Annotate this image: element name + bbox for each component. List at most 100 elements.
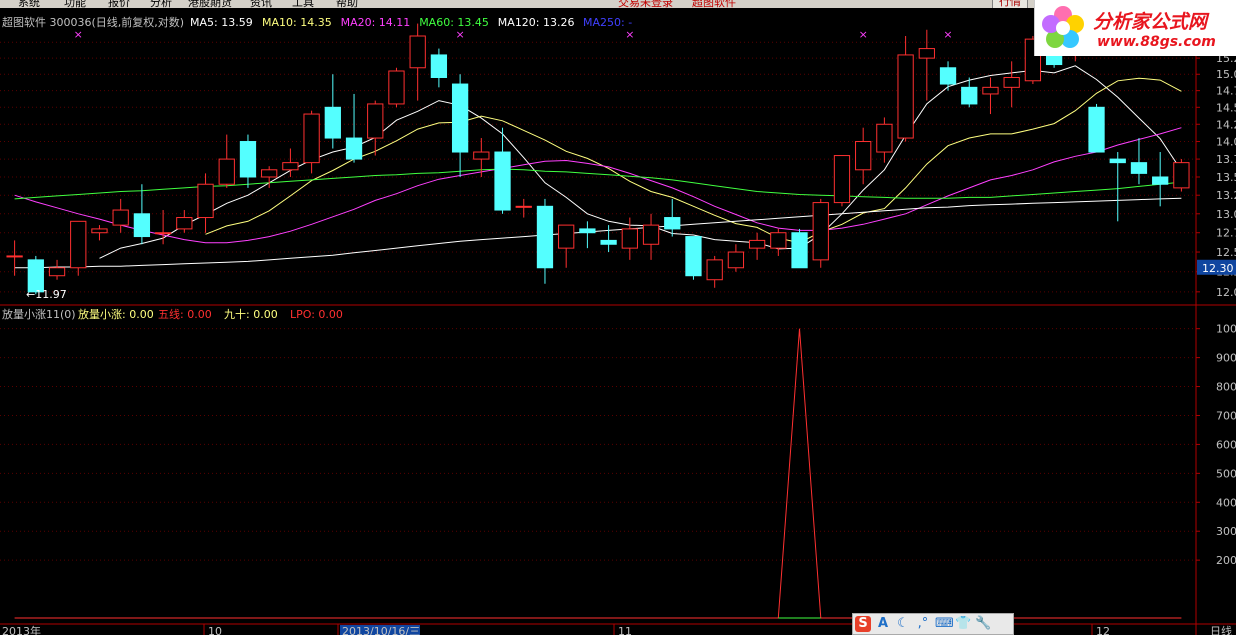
candle-up bbox=[409, 23, 426, 101]
candle-up bbox=[303, 110, 320, 174]
menu-analysis[interactable]: 分析 bbox=[150, 0, 172, 8]
candle-body bbox=[303, 113, 320, 164]
trade-status-link[interactable]: 交易未登录 bbox=[618, 0, 673, 8]
indicator-legend-0: 放量小涨: 0.00 bbox=[78, 307, 154, 321]
indicator-title: 放量小涨11(0) bbox=[2, 307, 76, 321]
candle-body bbox=[1088, 106, 1105, 153]
candle-up bbox=[48, 259, 66, 280]
period-label: 日线 bbox=[1210, 624, 1232, 635]
menu-tools[interactable]: 工具 bbox=[292, 0, 314, 8]
candle-body bbox=[48, 267, 66, 277]
candle-up bbox=[897, 36, 914, 142]
time-axis-label: 11 bbox=[618, 625, 632, 635]
candle-up bbox=[6, 240, 23, 276]
candle-up bbox=[876, 117, 893, 163]
candle-down bbox=[430, 48, 448, 88]
candle-down bbox=[939, 61, 957, 91]
candle-up bbox=[91, 225, 108, 241]
price-tick-label: 12.5 bbox=[1216, 246, 1236, 259]
candle-down bbox=[536, 198, 554, 284]
candle-body bbox=[388, 70, 405, 105]
candle-up bbox=[515, 198, 532, 218]
candle-body bbox=[91, 228, 108, 234]
signal-marker: × bbox=[943, 28, 952, 41]
quote-button[interactable]: 行情 bbox=[992, 0, 1028, 8]
candle-body bbox=[409, 35, 426, 69]
candle-body bbox=[345, 137, 363, 160]
ma-legend-3: MA60: 13.45 bbox=[419, 16, 489, 29]
chart-title: 超图软件 300036(日线,前复权,对数) bbox=[2, 15, 184, 29]
candle-body bbox=[961, 86, 978, 105]
candle-up bbox=[388, 67, 405, 108]
price-tick-label: 14.7 bbox=[1216, 85, 1236, 98]
candle-up bbox=[833, 155, 851, 207]
ma-line-ma10 bbox=[205, 77, 1182, 244]
candle-body bbox=[6, 255, 23, 258]
price-tick-label: 15.0 bbox=[1216, 68, 1236, 81]
lpo-line bbox=[14, 328, 1182, 619]
candle-up bbox=[218, 134, 235, 188]
price-tick-label: 14.5 bbox=[1216, 101, 1236, 114]
candle-body bbox=[430, 54, 448, 79]
menu-quote[interactable]: 报价 bbox=[108, 0, 130, 8]
sogou-icon[interactable]: S bbox=[855, 616, 871, 632]
candle-down bbox=[1088, 103, 1105, 153]
candle-up bbox=[982, 77, 999, 115]
menu-function[interactable]: 功能 bbox=[64, 0, 86, 8]
indicator-legend-3: LPO: 0.00 bbox=[290, 308, 343, 321]
candle-body bbox=[494, 151, 511, 211]
menu-help[interactable]: 帮助 bbox=[336, 0, 358, 8]
candle-up bbox=[112, 198, 129, 233]
moon-icon[interactable]: ☾ bbox=[895, 616, 911, 632]
candle-body bbox=[579, 228, 596, 234]
candle-up bbox=[706, 255, 723, 288]
ma-legend-2: MA20: 14.11 bbox=[341, 16, 411, 29]
candle-body bbox=[70, 220, 87, 269]
candle-body bbox=[536, 205, 554, 269]
candle-up bbox=[282, 148, 299, 177]
signal-marker: × bbox=[625, 28, 634, 41]
candle-down bbox=[791, 228, 808, 269]
menu-hk-futures[interactable]: 港股期货 bbox=[188, 0, 232, 8]
indicator-tick-label: 300 bbox=[1216, 525, 1236, 538]
candle-body bbox=[515, 205, 532, 208]
stock-name-link[interactable]: 超图软件 bbox=[692, 0, 736, 8]
punctuation-icon[interactable]: ,° bbox=[915, 616, 931, 632]
indicator-tick-label: 500 bbox=[1216, 467, 1236, 480]
stock-chart[interactable]: 15.515.215.014.714.514.214.013.713.513.2… bbox=[0, 0, 1236, 635]
time-axis-label: 2013年 bbox=[2, 624, 41, 635]
candle-body bbox=[982, 86, 999, 95]
candle-body bbox=[218, 158, 235, 185]
price-tick-label: 13.0 bbox=[1216, 208, 1236, 221]
candle-up bbox=[855, 127, 872, 185]
signal-marker: × bbox=[74, 28, 83, 41]
candle-down bbox=[324, 74, 341, 149]
time-axis-label: 12 bbox=[1096, 625, 1110, 635]
wrench-icon[interactable]: 🔧 bbox=[975, 616, 991, 632]
candle-body bbox=[324, 106, 341, 139]
menu-news[interactable]: 资讯 bbox=[250, 0, 272, 8]
keyboard-icon[interactable]: ⌨ bbox=[935, 616, 954, 632]
candle-up bbox=[367, 100, 384, 156]
indicator-legend-2: 九十: 0.00 bbox=[224, 307, 278, 321]
site-logo: 分析家公式网 www.88gs.com bbox=[1034, 0, 1236, 56]
candle-down bbox=[1152, 152, 1169, 207]
candle-up bbox=[918, 29, 935, 101]
candle-body bbox=[621, 228, 638, 249]
candle-body bbox=[855, 141, 872, 171]
logo-url: www.88gs.com bbox=[1097, 34, 1216, 50]
shirt-icon[interactable]: 👕 bbox=[955, 616, 971, 632]
letter-a-icon[interactable]: A bbox=[875, 616, 891, 632]
candle-body bbox=[1152, 176, 1169, 185]
candle-body bbox=[451, 83, 469, 153]
menu-system[interactable]: 系统 bbox=[18, 0, 40, 8]
candle-down bbox=[133, 184, 151, 245]
ma-legend-5: MA250: - bbox=[583, 16, 632, 29]
indicator-tick-label: 600 bbox=[1216, 438, 1236, 451]
indicator-tick-label: 400 bbox=[1216, 496, 1236, 509]
candle-up bbox=[558, 224, 575, 268]
price-tick-label: 14.0 bbox=[1216, 136, 1236, 149]
candle-down bbox=[239, 134, 257, 188]
ma-line-ma60 bbox=[14, 168, 1182, 200]
candle-body bbox=[1109, 158, 1126, 164]
